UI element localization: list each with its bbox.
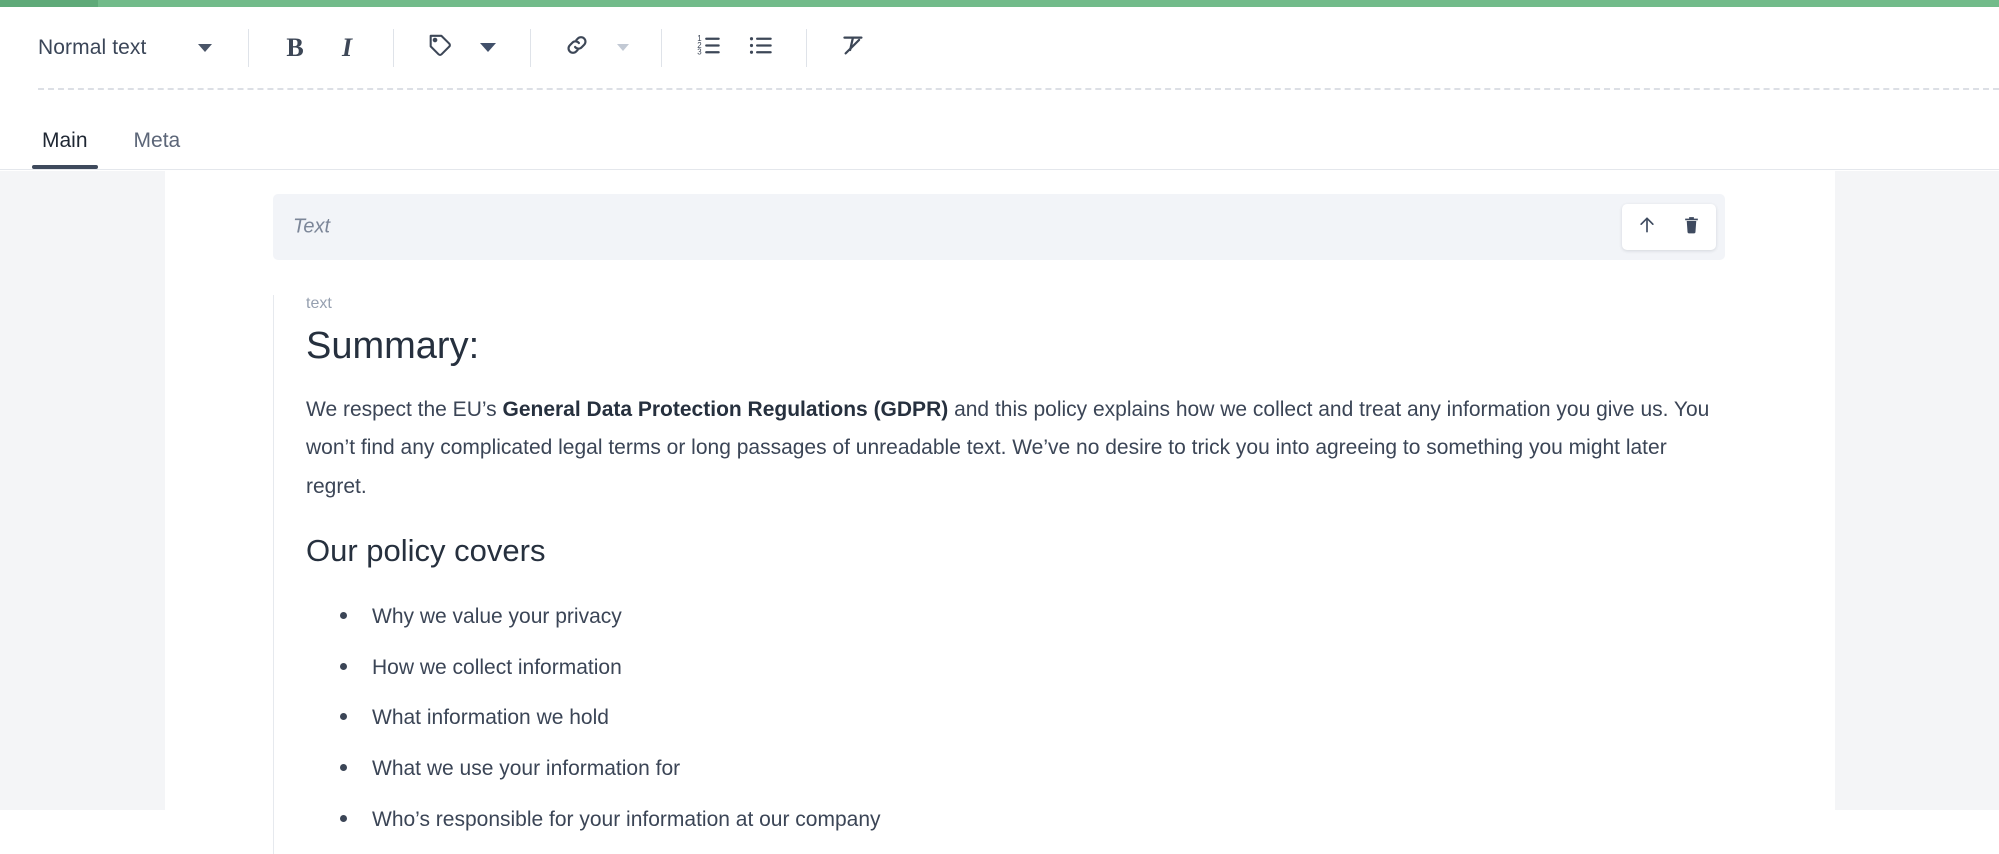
tab-meta-label: Meta [133, 129, 181, 152]
link-button[interactable] [551, 25, 603, 71]
document-title: Summary: [306, 325, 480, 367]
clear-formatting-icon [840, 32, 867, 64]
numbered-list-icon: 1 2 3 [695, 32, 722, 64]
delete-button[interactable] [1674, 210, 1708, 244]
clear-formatting-button[interactable] [827, 25, 879, 71]
toolbar-divider [393, 28, 394, 67]
editor-canvas: Text text Summary: We respect the EU’s G… [165, 171, 1835, 854]
tab-meta[interactable]: Meta [122, 129, 193, 169]
top-progress-bar [0, 0, 1999, 7]
tag-icon [427, 32, 453, 63]
toolbar-divider [248, 28, 249, 67]
toolbar-divider [530, 28, 531, 67]
bold-icon: B [286, 32, 304, 62]
chevron-down-icon [198, 43, 212, 52]
progress-bar-segment [0, 0, 98, 7]
block-action-group [1622, 204, 1716, 250]
page-background: Text text Summary: We respect the EU’s G… [0, 171, 1999, 854]
svg-text:3: 3 [697, 47, 702, 56]
block-placeholder: Text [293, 215, 331, 238]
policy-coverage-list: Why we value your privacy How we collect… [340, 601, 1725, 836]
tab-bar: Main Meta [0, 90, 1999, 170]
toolbar-divider [806, 28, 807, 67]
block-header[interactable]: Text [273, 194, 1725, 260]
paragraph-text-before: We respect the EU’s [306, 397, 503, 421]
list-item: What information we hold [340, 702, 1725, 735]
link-icon [564, 32, 590, 63]
list-item: Why we value your privacy [340, 601, 1725, 634]
tab-main[interactable]: Main [30, 129, 100, 169]
move-up-button[interactable] [1630, 210, 1664, 244]
tag-button[interactable] [414, 25, 466, 71]
italic-icon: I [341, 32, 353, 62]
bulleted-list-icon [747, 32, 774, 64]
content-block: text Summary: We respect the EU’s Genera… [273, 295, 1725, 854]
chevron-down-icon [617, 44, 629, 51]
tag-dropdown-button[interactable] [466, 25, 510, 71]
list-item: How we collect information [340, 652, 1725, 685]
toolbar-divider [661, 28, 662, 67]
italic-button[interactable]: I [321, 25, 373, 71]
editor-toolbar: Normal text B I 1 2 3 [0, 7, 1999, 88]
summary-paragraph: We respect the EU’s General Data Protect… [306, 391, 1725, 508]
list-item: What we use your information for [340, 753, 1725, 786]
field-type-label: text [306, 295, 332, 312]
section-subtitle: Our policy covers [306, 533, 546, 569]
numbered-list-button[interactable]: 1 2 3 [682, 25, 734, 71]
text-style-value: Normal text [38, 35, 147, 59]
list-item: Who’s responsible for your information a… [340, 804, 1725, 837]
arrow-up-icon [1637, 214, 1657, 241]
bulleted-list-button[interactable] [734, 25, 786, 71]
paragraph-bold-term: General Data Protection Regulations (GDP… [502, 397, 949, 421]
link-dropdown-button[interactable] [603, 25, 643, 71]
tab-main-label: Main [42, 129, 88, 152]
bold-button[interactable]: B [269, 25, 321, 71]
chevron-down-icon [480, 43, 496, 52]
text-style-dropdown[interactable]: Normal text [0, 26, 246, 70]
trash-icon [1682, 214, 1701, 241]
